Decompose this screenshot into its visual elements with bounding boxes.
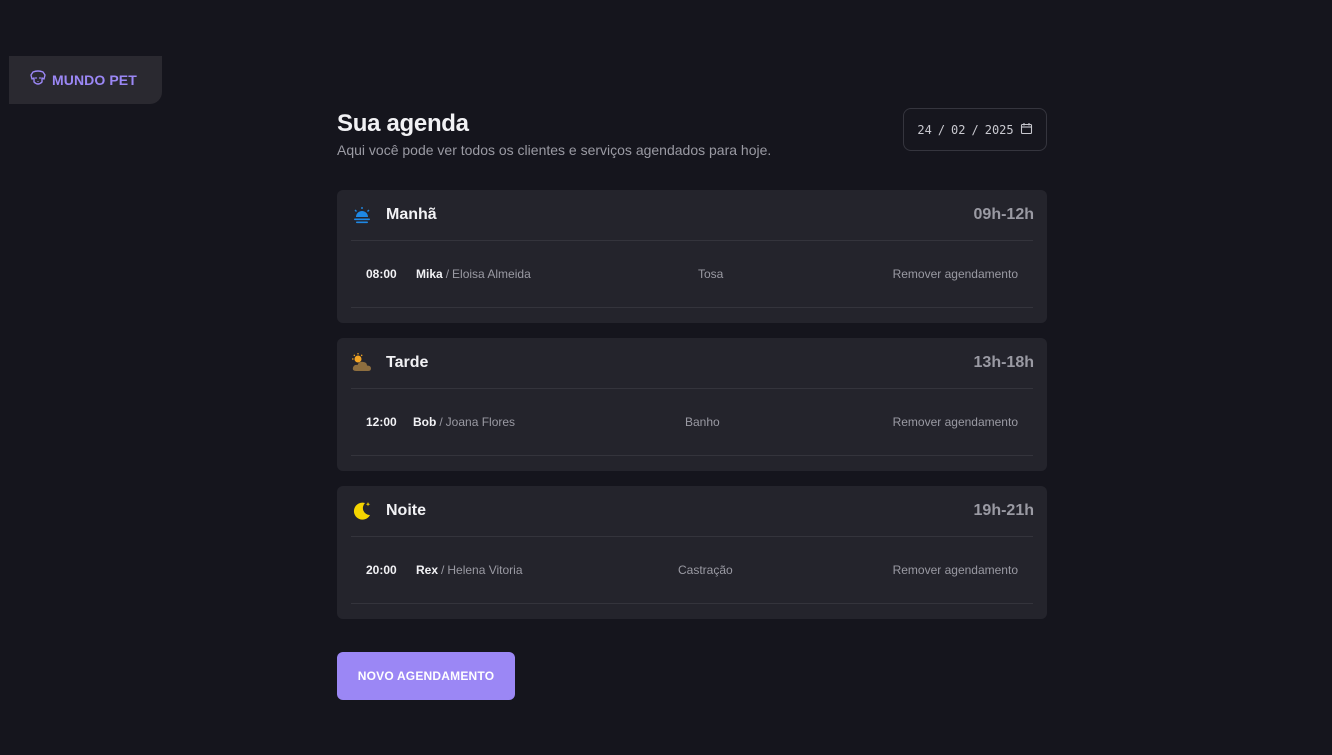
- name-separator: /: [445, 267, 450, 281]
- moon-icon: [351, 500, 373, 522]
- period-name: Noite: [386, 502, 426, 519]
- brand-logo[interactable]: MUNDO PET: [9, 56, 162, 104]
- page-subtitle: Aqui você pode ver todos os clientes e s…: [337, 142, 772, 158]
- appointment-time: 12:00: [366, 415, 397, 429]
- appointment-time: 08:00: [366, 267, 397, 281]
- period-header: Manhã 09h-12h: [351, 190, 1034, 241]
- date-day: 24: [917, 122, 932, 137]
- remove-appointment-link[interactable]: Remover agendamento: [893, 267, 1018, 281]
- date-separator: /: [937, 122, 946, 137]
- calendar-icon[interactable]: [1020, 122, 1033, 138]
- period-range: 09h-12h: [973, 206, 1034, 223]
- period-morning: Manhã 09h-12h 08:00 Mika / Eloisa Almeid…: [337, 190, 1047, 323]
- owner-name: Eloisa Almeida: [452, 267, 531, 281]
- remove-appointment-link[interactable]: Remover agendamento: [893, 563, 1018, 577]
- date-separator: /: [971, 122, 979, 137]
- date-input[interactable]: 24 / 02 / 2025: [903, 108, 1047, 151]
- name-separator: /: [439, 415, 443, 429]
- period-header: Noite 19h-21h: [351, 486, 1034, 537]
- service-name: Tosa: [698, 267, 724, 281]
- page-title: Sua agenda: [337, 110, 469, 137]
- period-afternoon: Tarde 13h-18h 12:00 Bob / Joana Flores B…: [337, 338, 1047, 471]
- date-year: 2025: [984, 122, 1014, 137]
- period-name: Manhã: [386, 206, 437, 223]
- remove-appointment-link[interactable]: Remover agendamento: [893, 415, 1018, 429]
- owner-name: Joana Flores: [445, 415, 516, 429]
- name-separator: /: [441, 563, 445, 577]
- appointment-row: 08:00 Mika / Eloisa Almeida Tosa Remover…: [351, 241, 1033, 308]
- owner-name: Helena Vitoria: [447, 563, 523, 577]
- dog-icon: [29, 69, 47, 92]
- period-night: Noite 19h-21h 20:00 Rex / Helena Vitoria…: [337, 486, 1047, 619]
- new-appointment-button[interactable]: NOVO AGENDAMENTO: [337, 652, 515, 700]
- service-name: Banho: [685, 415, 720, 429]
- service-name: Castração: [678, 563, 733, 577]
- pet-name: Bob: [413, 415, 437, 429]
- appointment-row: 20:00 Rex / Helena Vitoria Castração Rem…: [351, 537, 1033, 604]
- sunrise-icon: [351, 204, 373, 226]
- period-range: 19h-21h: [973, 502, 1034, 519]
- pet-name: Rex: [416, 563, 439, 577]
- page-header: Sua agenda Aqui você pode ver todos os c…: [337, 108, 1047, 190]
- period-header: Tarde 13h-18h: [351, 338, 1034, 389]
- pet-name: Mika: [416, 267, 443, 281]
- period-name: Tarde: [386, 354, 429, 371]
- appointment-time: 20:00: [366, 563, 397, 577]
- date-month: 02: [951, 122, 966, 137]
- period-range: 13h-18h: [973, 354, 1034, 371]
- cloud-sun-icon: [351, 352, 373, 374]
- appointment-row: 12:00 Bob / Joana Flores Banho Remover a…: [351, 389, 1033, 456]
- brand-name: MUNDO PET: [52, 72, 137, 88]
- schedule-main: Sua agenda Aqui você pode ver todos os c…: [337, 108, 1047, 700]
